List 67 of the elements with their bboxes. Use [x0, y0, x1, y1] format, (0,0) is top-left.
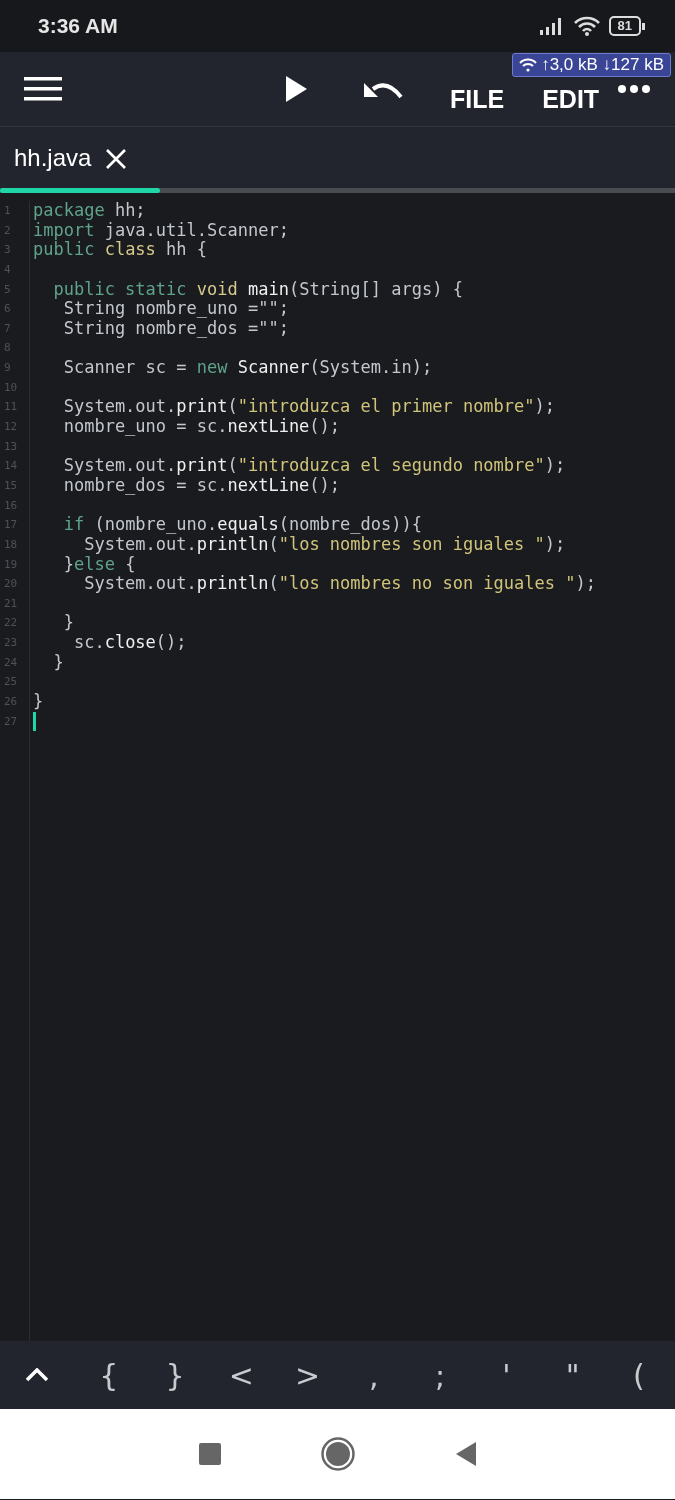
line-number: 25 [3, 674, 19, 691]
more-icon[interactable] [617, 84, 651, 94]
line-number: 26 [3, 694, 19, 710]
line-number: 1 [3, 203, 12, 219]
symbol-key[interactable]: } [145, 1352, 206, 1398]
code-line: Scanner sc = new Scanner(System.in); [62, 358, 434, 378]
line-number: 22 [3, 615, 19, 632]
back-icon[interactable] [454, 1441, 477, 1467]
chevron-up-icon[interactable] [25, 1368, 50, 1382]
menu-button[interactable] [24, 76, 62, 102]
code-line: if (nombre_uno.equals(nombre_dos)){ [62, 515, 423, 535]
code-line: import java.util.Scanner; [32, 220, 290, 241]
menu-action[interactable]: FILE [450, 81, 505, 119]
code-line: String nombre_uno =""; [63, 299, 290, 319]
code-line: System.out.print("introduzca el primer nombre"); [62, 397, 557, 418]
network-speed: ↑3,0 kB ↓127 kB [541, 55, 664, 75]
line-number: 9 [3, 360, 12, 377]
line-number: 4 [3, 261, 12, 278]
symbol-key[interactable]: ; [410, 1352, 471, 1398]
code-line: public static void main(String[] args) { [52, 279, 464, 300]
line-number: 15 [3, 477, 19, 494]
recents-icon[interactable] [198, 1443, 221, 1465]
code-line: sc.close(); [72, 633, 188, 653]
line-number: 2 [3, 222, 12, 239]
line-number: 10 [3, 379, 19, 396]
symbol-key[interactable]: ' [476, 1352, 537, 1398]
symbol-key[interactable]: > [277, 1352, 338, 1398]
code-line: nombre_dos = sc.nextLine(); [62, 475, 342, 496]
line-number: 19 [3, 556, 19, 573]
code-line: } [32, 692, 45, 712]
symbol-key[interactable]: { [78, 1352, 139, 1398]
line-number: 13 [3, 438, 19, 455]
run-button[interactable] [284, 75, 308, 103]
line-number: 12 [3, 419, 19, 436]
code-line: package hh; [32, 201, 147, 221]
line-number: 20 [3, 576, 19, 593]
menu-action[interactable]: EDIT [542, 81, 600, 119]
code-line: System.out.print("introduzca el segundo nombre"); [62, 456, 567, 476]
line-number: 11 [3, 399, 19, 416]
line-number: 7 [3, 320, 12, 337]
home-icon[interactable] [320, 1437, 355, 1471]
clock-time: 3:36 AM [38, 13, 118, 40]
code-line: public class hh { [32, 240, 208, 260]
line-number: 24 [3, 654, 19, 671]
code-line: nombre_uno = sc.nextLine(); [62, 417, 342, 437]
symbol-key[interactable]: , [343, 1352, 404, 1398]
line-number: 8 [3, 340, 12, 357]
wifi-icon [519, 58, 538, 72]
symbol-key[interactable]: ( [608, 1352, 669, 1398]
line-number: 27 [3, 713, 19, 730]
line-number: 16 [3, 497, 19, 514]
line-number: 5 [3, 281, 12, 298]
wifi-icon [572, 15, 601, 37]
line-number: 21 [3, 595, 19, 612]
line-number: 23 [3, 635, 19, 652]
code-line: System.out.println("los nombres no son iguales "); [83, 574, 597, 594]
line-number: 3 [3, 242, 12, 259]
code-line: System.out.println("los nombres son iguales "); [83, 534, 567, 555]
symbol-key[interactable]: < [211, 1352, 272, 1398]
line-number: 18 [3, 536, 19, 553]
code-line: String nombre_dos =""; [62, 318, 290, 339]
code-line: }else { [62, 554, 136, 575]
code-line: } [52, 652, 65, 673]
line-number: 14 [3, 458, 19, 475]
line-number: 17 [3, 517, 19, 534]
symbol-key[interactable]: " [542, 1352, 603, 1398]
code-line: } [62, 613, 75, 634]
